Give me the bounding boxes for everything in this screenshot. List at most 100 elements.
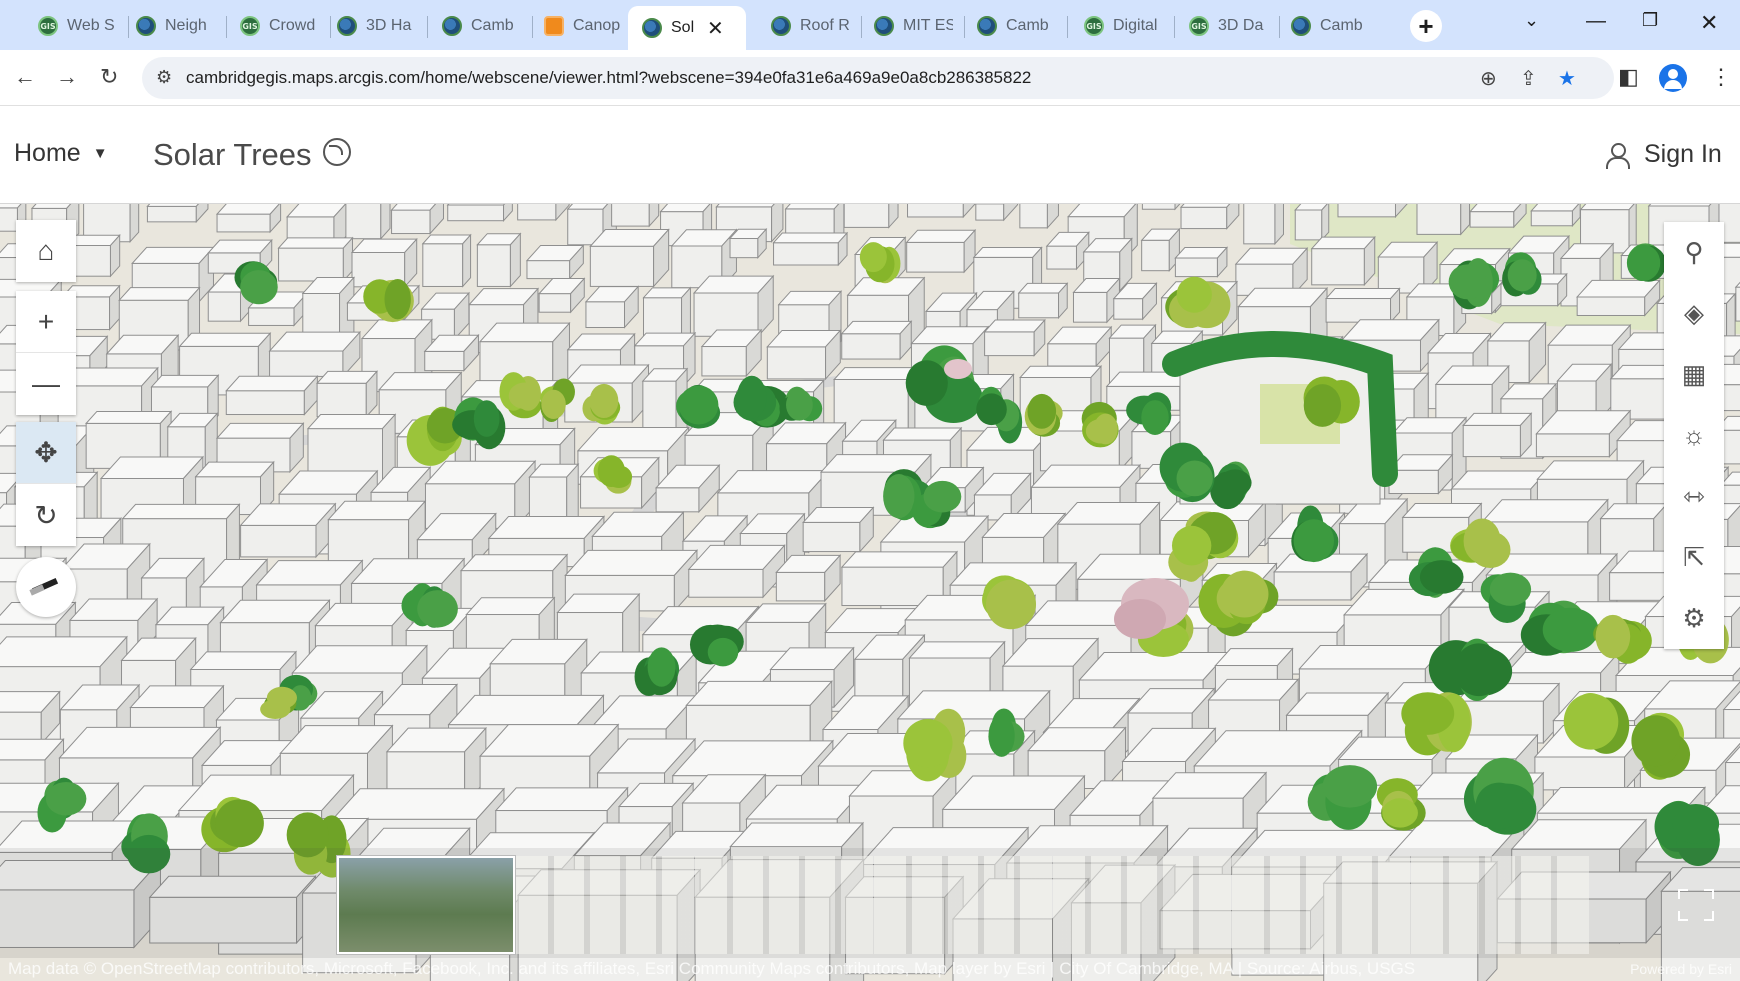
sign-in-label[interactable]: Sign In: [1644, 140, 1722, 169]
basemap-gallery-icon[interactable]: ▦: [1664, 344, 1724, 405]
tab-10[interactable]: GIS Digital: [1070, 6, 1174, 46]
tab-7[interactable]: Roof R: [757, 6, 861, 46]
tab-search-icon[interactable]: ⌄: [1524, 10, 1539, 31]
pan-icon[interactable]: ✥: [16, 422, 76, 484]
zoom-out-icon[interactable]: —: [16, 353, 76, 415]
tab-title[interactable]: 3D Ha: [366, 17, 416, 35]
slide-thumbnail[interactable]: [695, 856, 873, 954]
profile-avatar[interactable]: [1659, 64, 1687, 92]
sign-in-button[interactable]: Sign In: [1606, 140, 1722, 169]
attribution-text: Map data © OpenStreetMap contributors, M…: [8, 959, 1416, 978]
forward-icon[interactable]: →: [56, 64, 78, 90]
tab-title[interactable]: Sol: [671, 19, 697, 37]
tab-3[interactable]: 3D Ha: [323, 6, 427, 46]
chrome-menu-icon[interactable]: ⋮: [1710, 64, 1732, 90]
gis-icon: GIS: [1084, 16, 1104, 36]
site-info-icon[interactable]: ⚙: [156, 67, 172, 88]
slide-thumbnail[interactable]: [1411, 856, 1589, 954]
web-scene-icon: [323, 138, 351, 166]
slide-thumbnail[interactable]: [337, 856, 515, 954]
zoom-tool-group: + —: [16, 291, 76, 415]
restore-icon[interactable]: ❐: [1642, 10, 1658, 31]
tab-1[interactable]: Neigh: [122, 6, 226, 46]
measure-icon[interactable]: ⇿: [1664, 466, 1724, 527]
reload-icon[interactable]: ↻: [100, 64, 118, 90]
tab-2[interactable]: GIS Crowd: [226, 6, 330, 46]
share-icon[interactable]: ⇱: [1664, 527, 1724, 588]
address-bar-row: ← → ↻ ⚙ cambridgegis.maps.arcgis.com/hom…: [0, 50, 1740, 106]
tab-title[interactable]: Camb: [1006, 17, 1056, 35]
tab-title[interactable]: Neigh: [165, 17, 215, 35]
tab-6[interactable]: Sol ✕: [628, 6, 746, 50]
right-toolbar: ⚲ ◈ ▦ ☼ ⇿ ⇱ ⚙: [1664, 222, 1724, 649]
tab-title[interactable]: Web S: [67, 17, 117, 35]
user-icon: [1606, 142, 1630, 169]
globe-icon: [642, 18, 662, 38]
map-attribution: Map data © OpenStreetMap contributors, M…: [8, 959, 1732, 981]
tab-title[interactable]: Crowd: [269, 17, 319, 35]
chevron-down-icon[interactable]: ▼: [93, 145, 108, 162]
globe-icon: [874, 16, 894, 36]
tab-title[interactable]: Camb: [1320, 17, 1370, 35]
slide-thumbnail[interactable]: [1232, 856, 1410, 954]
search-icon[interactable]: ⚲: [1664, 222, 1724, 283]
minimize-icon[interactable]: —: [1586, 10, 1606, 33]
globe-icon: [337, 16, 357, 36]
browser-tab-strip: GIS Web S Neigh GIS Crowd 3D Ha Camb Canop Sol ✕ R…: [0, 0, 1740, 50]
tab-0[interactable]: GIS Web S: [24, 6, 128, 46]
tab-8[interactable]: MIT ES: [860, 6, 964, 46]
compass-icon[interactable]: [16, 557, 76, 617]
tab-9[interactable]: Camb: [963, 6, 1067, 46]
tab-11[interactable]: GIS 3D Da: [1175, 6, 1279, 46]
home-menu-label[interactable]: Home: [14, 139, 81, 168]
zoom-icon[interactable]: ⊕: [1480, 66, 1497, 91]
side-panel-icon[interactable]: ◧: [1618, 64, 1639, 90]
home-icon[interactable]: ⌂: [16, 220, 76, 282]
tab-title[interactable]: Roof R: [800, 17, 850, 35]
url-field[interactable]: ⚙ cambridgegis.maps.arcgis.com/home/webs…: [142, 57, 1614, 99]
page-title: Solar Trees: [153, 137, 312, 172]
tab-4[interactable]: Camb: [428, 6, 532, 46]
globe-icon: [977, 16, 997, 36]
tab-5[interactable]: Canop: [530, 6, 634, 46]
slides-strip: [0, 848, 1740, 958]
arcgis-orange-icon: [544, 16, 564, 36]
slide-thumbnail[interactable]: [1053, 856, 1231, 954]
navigation-mode-group: ✥ ↻: [16, 422, 76, 546]
daylight-icon[interactable]: ☼: [1664, 405, 1724, 466]
settings-icon[interactable]: ⚙: [1664, 588, 1724, 649]
app-header: Home ▼ Solar Trees Sign In: [0, 107, 1740, 204]
back-icon[interactable]: ←: [14, 64, 36, 90]
rotate-icon[interactable]: ↻: [16, 484, 76, 546]
scene-view[interactable]: ⌂ + — ✥ ↻ ⚲ ◈ ▦ ☼ ⇿ ⇱ ⚙ Map data © OpenS…: [0, 204, 1740, 981]
tab-title[interactable]: Digital: [1113, 17, 1163, 35]
new-tab-button[interactable]: +: [1410, 10, 1442, 42]
tab-separator: [1067, 16, 1068, 38]
gis-icon: GIS: [240, 16, 260, 36]
close-tab-icon[interactable]: ✕: [707, 16, 724, 41]
gis-icon: GIS: [1189, 16, 1209, 36]
bookmark-star-icon[interactable]: ★: [1558, 66, 1576, 91]
home-tool-group: ⌂: [16, 220, 76, 282]
tab-title[interactable]: MIT ES: [903, 17, 953, 35]
fullscreen-icon[interactable]: [1678, 889, 1714, 921]
powered-by-label: Powered by Esri: [1630, 961, 1732, 977]
slide-thumbnail[interactable]: [516, 856, 694, 954]
tab-title[interactable]: 3D Da: [1218, 17, 1268, 35]
layers-icon[interactable]: ◈: [1664, 283, 1724, 344]
tab-12[interactable]: Camb: [1277, 6, 1381, 46]
tab-title[interactable]: Canop: [573, 17, 623, 35]
tab-title[interactable]: Camb: [471, 17, 521, 35]
slide-thumbnail[interactable]: [874, 856, 1052, 954]
globe-icon: [442, 16, 462, 36]
zoom-in-icon[interactable]: +: [16, 291, 76, 353]
share-page-icon[interactable]: ⇪: [1520, 66, 1537, 91]
slide-thumbnail[interactable]: [0, 856, 325, 954]
globe-icon: [771, 16, 791, 36]
url-text[interactable]: cambridgegis.maps.arcgis.com/home/websce…: [186, 68, 1031, 88]
gis-icon: GIS: [38, 16, 58, 36]
globe-icon: [1291, 16, 1311, 36]
globe-icon: [136, 16, 156, 36]
close-window-icon[interactable]: ✕: [1700, 10, 1718, 36]
home-menu[interactable]: Home ▼: [14, 139, 108, 168]
